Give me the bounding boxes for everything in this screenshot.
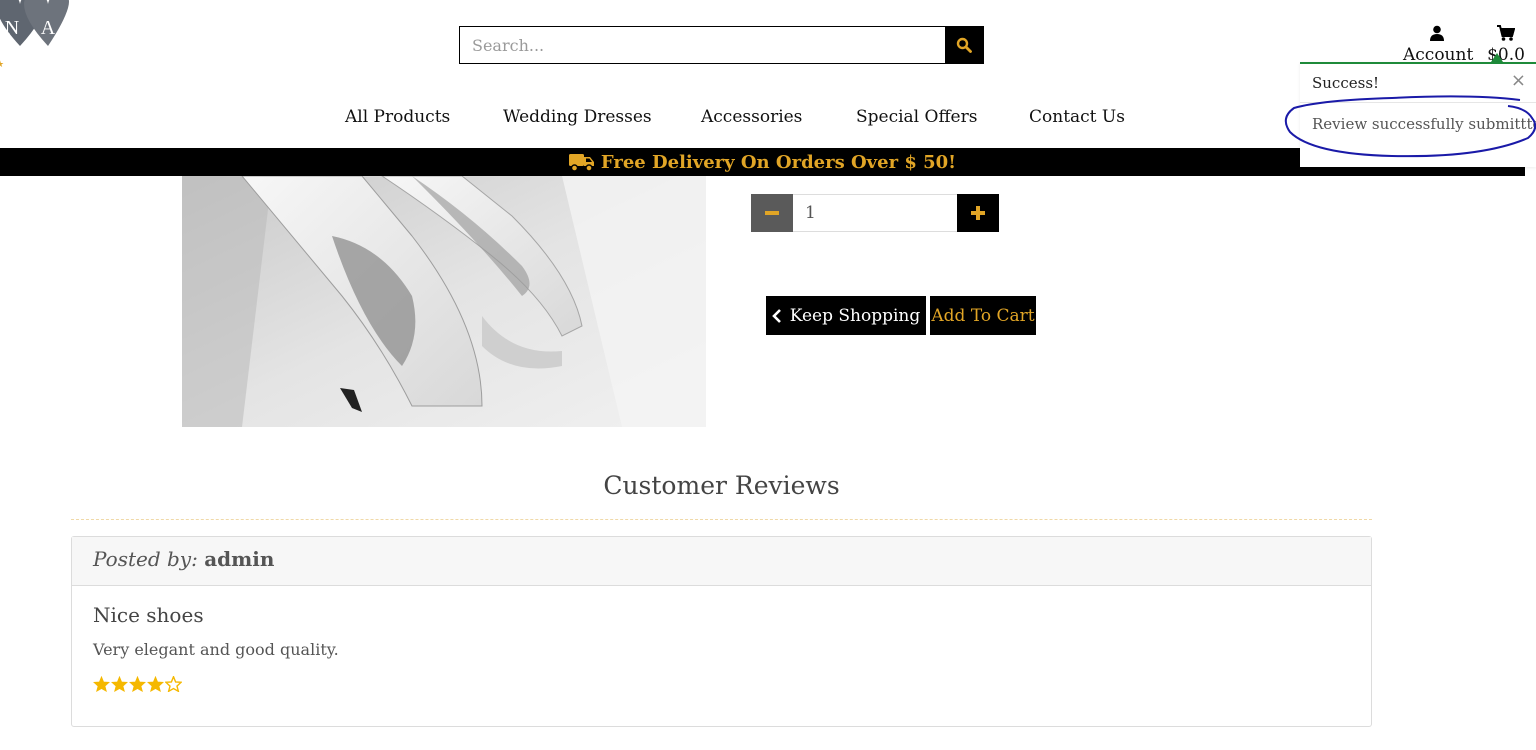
plus-icon — [971, 206, 985, 220]
review-title: Nice shoes — [93, 603, 204, 627]
logo-letter-n: N — [5, 17, 19, 39]
star-filled-icon — [111, 676, 128, 692]
star-filled-icon — [93, 676, 110, 692]
truck-icon — [568, 154, 594, 172]
chevron-left-icon — [771, 308, 781, 323]
keep-shopping-button[interactable]: Keep Shopping — [766, 296, 926, 335]
delivery-banner: Free Delivery On Orders Over $ 50! — [0, 148, 1525, 176]
review-author: admin — [204, 547, 275, 571]
add-to-cart-label: Add To Cart — [931, 305, 1035, 326]
review-text: Very elegant and good quality. — [93, 640, 339, 659]
nav-special-offers[interactable]: Special Offers — [856, 107, 977, 127]
quantity-increment-button[interactable] — [957, 194, 999, 232]
quantity-stepper — [751, 194, 999, 232]
nav-all-products[interactable]: All Products — [345, 107, 450, 127]
reviews-divider — [71, 519, 1372, 520]
logo-letter-a: A — [41, 17, 56, 39]
search-icon — [956, 37, 972, 53]
user-icon — [1430, 25, 1444, 41]
reviews-title: Customer Reviews — [603, 471, 840, 500]
svg-text:★: ★ — [0, 60, 4, 70]
quantity-input[interactable] — [793, 194, 957, 232]
review-rating — [93, 676, 1350, 692]
toast-arrow — [1491, 53, 1503, 62]
cart-icon — [1497, 25, 1515, 41]
search-input[interactable] — [460, 27, 945, 63]
quantity-decrement-button[interactable] — [751, 194, 793, 232]
posted-by-label: Posted by: — [93, 547, 198, 571]
review-card: Posted by: admin Nice shoes Very elegant… — [71, 536, 1372, 727]
review-header: Posted by: admin — [72, 537, 1371, 586]
product-image — [182, 176, 706, 427]
success-toast: Success! × Review successfully submittte… — [1300, 62, 1536, 167]
minus-icon — [765, 211, 779, 215]
delivery-text: Free Delivery On Orders Over $ 50! — [600, 151, 957, 173]
star-filled-icon — [129, 676, 146, 692]
account-link[interactable]: Account — [1403, 22, 1473, 65]
star-filled-icon — [147, 676, 164, 692]
nav-wedding-dresses[interactable]: Wedding Dresses — [503, 107, 652, 127]
site-logo[interactable]: N A ★ — [0, 0, 70, 70]
toast-message: Review successfully submittted! — [1312, 115, 1536, 133]
search-button[interactable] — [945, 27, 983, 63]
search-bar — [459, 26, 984, 64]
add-to-cart-button[interactable]: Add To Cart — [930, 296, 1036, 335]
toast-title: Success! — [1312, 74, 1380, 92]
star-empty-icon — [165, 676, 182, 692]
nav-accessories[interactable]: Accessories — [701, 107, 802, 127]
keep-shopping-label: Keep Shopping — [789, 305, 921, 326]
toast-divider — [1300, 102, 1536, 103]
nav-contact-us[interactable]: Contact Us — [1029, 107, 1125, 127]
close-icon[interactable]: × — [1511, 70, 1526, 91]
review-body: Nice shoes Very elegant and good quality… — [72, 586, 1371, 709]
